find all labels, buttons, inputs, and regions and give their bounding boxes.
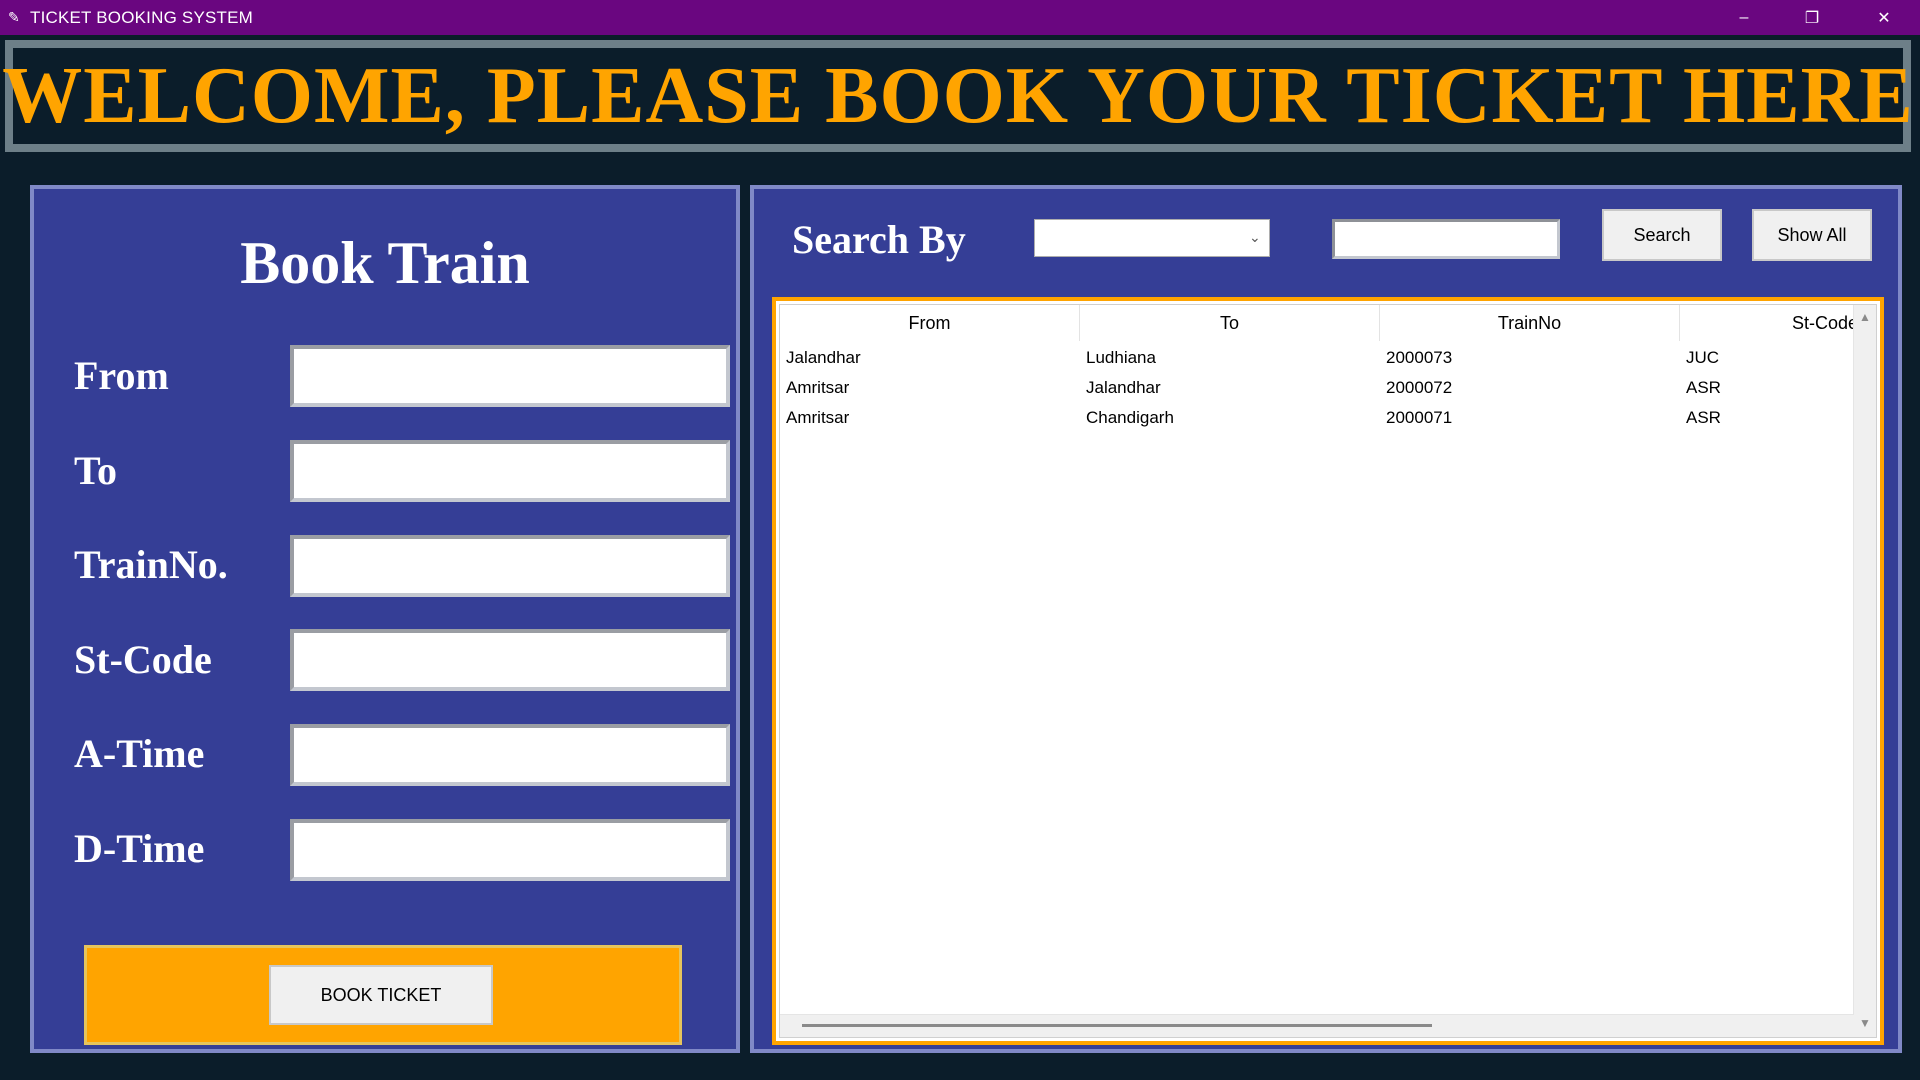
cell-st-code: ASR [1686,408,1721,427]
book-train-panel: Book Train From To TrainNo. St-Code A-Ti… [30,185,740,1053]
st-code-input[interactable] [290,629,730,691]
search-input[interactable] [1332,219,1560,259]
d-time-label: D-Time [74,826,205,871]
book-ticket-frame: BOOK TICKET [84,945,682,1045]
cell-to: Jalandhar [1086,378,1161,397]
column-header-to[interactable]: To [1080,305,1380,341]
search-by-label: Search By [792,217,966,262]
d-time-input[interactable] [290,819,730,881]
restore-icon: ❐ [1804,9,1820,27]
train-table: From To TrainNo St-Code Jalandhar Ludhia… [779,304,1877,1038]
train-no-label: TrainNo. [74,542,228,587]
vertical-scrollbar[interactable]: ▲ ▼ [1853,305,1876,1037]
minimize-button[interactable]: – [1710,0,1778,35]
column-header-st-code[interactable]: St-Code [1680,305,1860,341]
cell-to: Chandigarh [1086,408,1174,427]
cell-train-no: 2000073 [1386,348,1453,367]
chevron-down-icon: ⌄ [1249,229,1261,245]
a-time-input[interactable] [290,724,730,786]
app-feather-icon: ✎ [8,9,20,25]
minimize-icon: – [1739,8,1749,26]
welcome-banner: WELCOME, PLEASE BOOK YOUR TICKET HERE [2,40,1914,152]
scroll-up-arrow-icon[interactable]: ▲ [1857,309,1873,325]
book-ticket-button[interactable]: BOOK TICKET [269,965,493,1025]
cell-from: Amritsar [786,408,850,427]
table-row[interactable]: Amritsar Jalandhar 2000072 ASR [780,373,1860,403]
window-title: TICKET BOOKING SYSTEM [30,8,254,27]
to-input[interactable] [290,440,730,502]
column-header-train-no[interactable]: TrainNo [1380,305,1680,341]
banner-heading: WELCOME, PLEASE BOOK YOUR TICKET HERE [2,51,1914,140]
close-button[interactable]: ✕ [1850,0,1918,35]
from-input[interactable] [290,345,730,407]
table-header: From To TrainNo St-Code [780,305,1860,341]
search-button[interactable]: Search [1602,209,1722,261]
scroll-down-arrow-icon[interactable]: ▼ [1857,1015,1873,1031]
horizontal-scroll-thumb[interactable] [802,1024,1432,1027]
cell-from: Jalandhar [786,348,861,367]
cell-train-no: 2000072 [1386,378,1453,397]
cell-to: Ludhiana [1086,348,1156,367]
show-all-button[interactable]: Show All [1752,209,1872,261]
horizontal-scrollbar[interactable] [780,1014,1854,1037]
cell-st-code: ASR [1686,378,1721,397]
search-by-dropdown[interactable]: ⌄ [1034,219,1270,257]
cell-from: Amritsar [786,378,850,397]
search-panel: Search By ⌄ Search Show All From To Trai… [750,185,1902,1053]
table-body: Jalandhar Ludhiana 2000073 JUC Amritsar … [780,343,1860,433]
train-table-frame: From To TrainNo St-Code Jalandhar Ludhia… [772,297,1884,1045]
from-label: From [74,353,169,398]
a-time-label: A-Time [74,731,205,776]
book-train-title: Book Train [240,230,530,296]
column-header-from[interactable]: From [780,305,1080,341]
to-label: To [74,448,118,493]
close-icon: ✕ [1877,9,1891,27]
train-no-input[interactable] [290,535,730,597]
title-bar: ✎ TICKET BOOKING SYSTEM – ❐ ✕ [0,0,1920,35]
st-code-label: St-Code [74,637,212,682]
cell-st-code: JUC [1686,348,1720,367]
maximize-button[interactable]: ❐ [1778,0,1846,35]
table-row[interactable]: Amritsar Chandigarh 2000071 ASR [780,403,1860,433]
cell-train-no: 2000071 [1386,408,1453,427]
table-row[interactable]: Jalandhar Ludhiana 2000073 JUC [780,343,1860,373]
